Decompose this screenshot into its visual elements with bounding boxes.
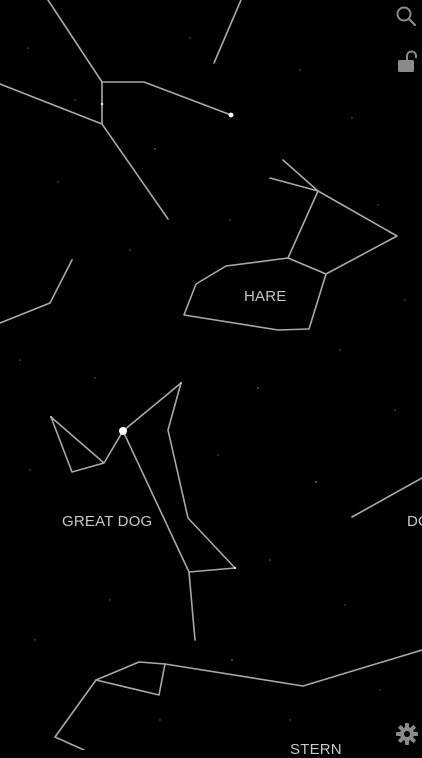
label-great-dog[interactable]: GREAT DOG <box>62 513 152 530</box>
star-sirius <box>119 427 127 435</box>
star-map[interactable] <box>0 0 422 750</box>
search-icon <box>396 6 417 27</box>
settings-button[interactable] <box>393 720 421 748</box>
star-bright-top <box>228 112 234 118</box>
label-hare[interactable]: HARE <box>244 288 286 305</box>
gear-icon <box>396 723 418 745</box>
search-button[interactable] <box>392 2 420 30</box>
label-partial-right[interactable]: DO <box>407 513 422 530</box>
lock-button[interactable] <box>393 48 421 76</box>
unlocked-icon <box>398 50 417 72</box>
